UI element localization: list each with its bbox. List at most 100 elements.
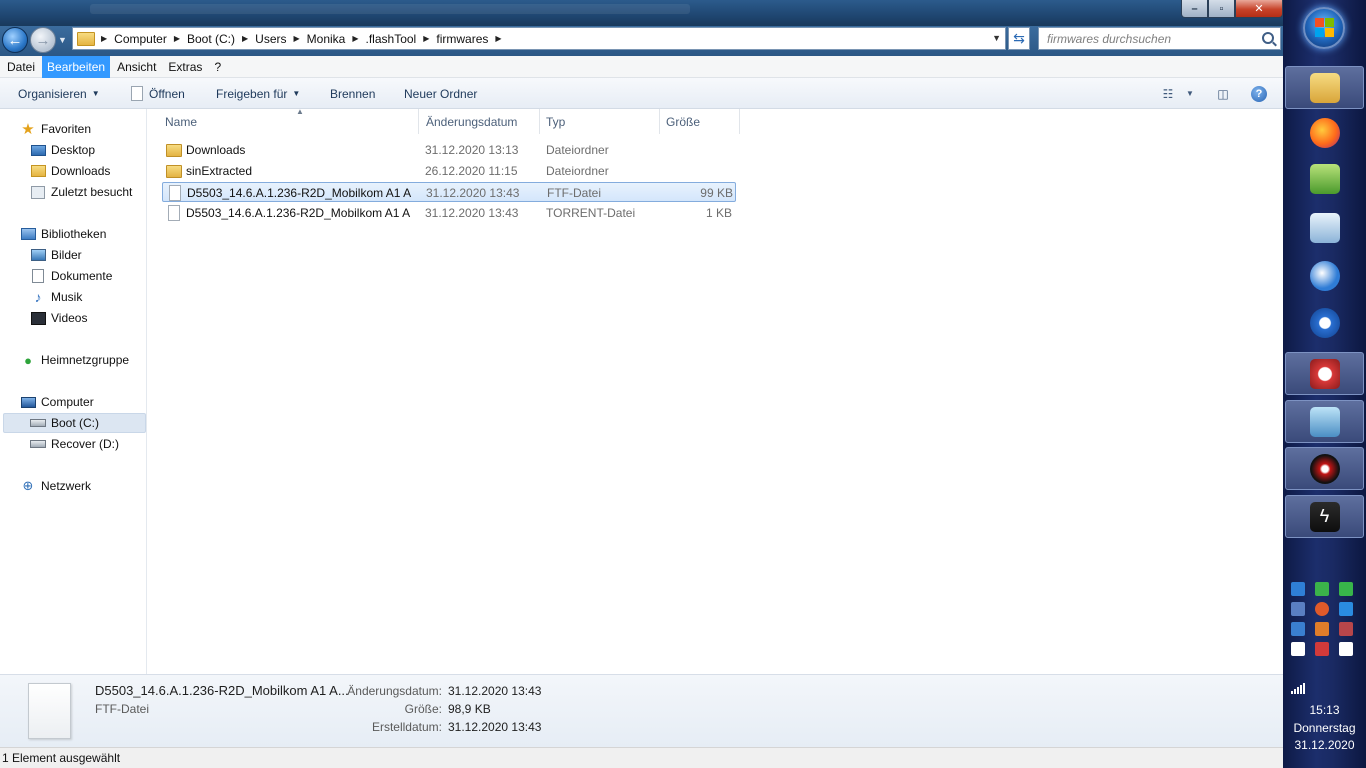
nav-desktop[interactable]: Desktop [30,140,95,160]
volume-icon[interactable] [1339,642,1353,656]
refresh-button[interactable]: ⇆ [1008,27,1030,50]
tray-h-icon[interactable] [1339,582,1353,596]
menu-extras[interactable]: Extras [163,56,207,78]
breadcrumb-boot[interactable]: Boot (C:) ▶ [182,32,250,46]
details-created-label: Erstelldatum: [371,720,442,734]
breadcrumb-flashtool[interactable]: .flashTool ▶ [361,32,432,46]
breadcrumb-monika[interactable]: Monika ▶ [302,32,361,46]
clock-date[interactable]: 31.12.2020 [1283,738,1366,752]
recent-pages-dropdown[interactable]: ▼ [58,35,67,45]
chevron-right-icon[interactable]: ▶ [99,34,109,43]
forward-button[interactable]: → [30,27,56,53]
details-modified-value[interactable]: 31.12.2020 13:43 [448,684,541,698]
view-options-icon[interactable]: ☷ [1158,84,1178,103]
tray-speaker-icon[interactable] [1315,622,1329,636]
organize-button[interactable]: Organisieren ▼ [18,78,100,109]
status-bar: 1 Element ausgewählt [0,747,1283,768]
nav-favorites[interactable]: ★ Favoriten [20,119,91,139]
back-button[interactable]: ← [2,27,28,53]
taskbar-sync-button[interactable] [1285,301,1364,344]
list-item-selected[interactable]: D5503_14.6.A.1.236-R2D_Mobilkom A1 A... … [162,182,736,202]
new-folder-button[interactable]: Neuer Ordner [404,78,477,109]
file-icon [168,205,180,221]
burn-button[interactable]: Brennen [330,78,375,109]
menu-datei[interactable]: Datei [2,56,40,78]
nav-network[interactable]: ⊕ Netzwerk [20,476,91,496]
taskbar-flashtool-button[interactable]: ϟ [1285,495,1364,538]
nav-homegroup[interactable]: ● Heimnetzgruppe [20,350,129,370]
taskbar-snipping-button[interactable] [1285,352,1364,395]
taskbar-calculator-button[interactable] [1285,206,1364,249]
computer-icon [20,396,36,408]
taskbar-explorer-button[interactable] [1285,66,1364,109]
column-header-size[interactable]: Größe [660,109,740,134]
breadcrumb-users[interactable]: Users ▶ [250,32,302,46]
taskbar-mail-button[interactable] [1285,254,1364,297]
maximize-button[interactable]: ▫ [1208,0,1235,18]
column-header-type[interactable]: Typ [540,109,660,134]
chevron-right-icon[interactable]: ▶ [292,34,302,43]
action-center-flag-icon[interactable] [1291,642,1305,656]
column-header-name[interactable]: Name ▲ [159,107,419,134]
clock-day[interactable]: Donnerstag [1283,721,1366,735]
chevron-right-icon[interactable]: ▶ [172,34,182,43]
list-item[interactable]: sinExtracted 26.12.2020 11:15 Dateiordne… [162,161,736,181]
preview-pane-icon[interactable]: ◫ [1213,84,1233,103]
nav-music[interactable]: ♪ Musik [30,287,83,307]
share-button[interactable]: Freigeben für ▼ [216,78,300,109]
signal-strength-icon[interactable] [1291,683,1305,694]
chevron-right-icon[interactable]: ▶ [350,34,360,43]
nav-boot-drive[interactable]: Boot (C:) [3,413,146,433]
nav-libraries[interactable]: Bibliotheken [20,224,106,244]
library-icon [20,228,36,240]
address-dropdown-icon[interactable]: ▼ [992,33,1001,43]
open-button[interactable]: Öffnen [131,78,185,109]
file-list: Name ▲ Änderungsdatum Typ Größe Downloads… [148,107,1283,674]
tray-alert-icon[interactable] [1315,642,1329,656]
minimize-button[interactable]: – [1181,0,1208,18]
nav-videos[interactable]: Videos [30,308,87,328]
details-file-name: D5503_14.6.A.1.236-R2D_Mobilkom A1 A... [95,683,349,698]
taskbar-calc-button[interactable] [1285,157,1364,200]
tray-firefox-icon[interactable] [1315,602,1329,616]
breadcrumb-firmwares[interactable]: firmwares ▶ [431,32,503,46]
tray-edge-icon[interactable] [1339,602,1353,616]
clock-time[interactable]: 15:13 [1283,703,1366,717]
search-icon[interactable] [1262,32,1274,44]
nav-recent[interactable]: Zuletzt besucht [30,182,132,202]
nav-computer[interactable]: Computer [20,392,94,412]
breadcrumb-computer[interactable]: Computer ▶ [109,32,182,46]
menu-ansicht[interactable]: Ansicht [112,56,161,78]
chevron-right-icon[interactable]: ▶ [493,34,503,43]
taskbar-notepad-button[interactable] [1285,400,1364,443]
tray-window-icon[interactable] [1291,622,1305,636]
lightning-icon: ϟ [1309,501,1340,532]
nav-documents[interactable]: Dokumente [30,266,112,286]
list-item[interactable]: D5503_14.6.A.1.236-R2D_Mobilkom A1 A... … [162,203,736,223]
tray-app-icon[interactable] [1291,582,1305,596]
chevron-right-icon[interactable]: ▶ [240,34,250,43]
nav-downloads[interactable]: Downloads [30,161,110,181]
list-item[interactable]: Downloads 31.12.2020 13:13 Dateiordner [162,140,736,160]
tray-network-error-icon[interactable] [1339,622,1353,636]
close-button[interactable]: ✕ [1235,0,1283,18]
documents-icon [32,269,44,283]
help-button[interactable]: ? [1249,84,1269,103]
taskbar-xf-button[interactable] [1285,447,1364,490]
menu-help[interactable]: ? [209,56,226,78]
nav-recover-drive[interactable]: Recover (D:) [30,434,119,454]
search-input[interactable]: firmwares durchsuchen [1038,27,1281,50]
chevron-right-icon[interactable]: ▶ [421,34,431,43]
menu-bearbeiten[interactable]: Bearbeiten [42,55,111,78]
chevron-down-icon[interactable]: ▼ [1180,84,1200,103]
start-button[interactable] [1303,7,1345,49]
tray-check-icon[interactable] [1315,582,1329,596]
title-bar[interactable]: – ▫ ✕ [0,0,1283,26]
tray-monitor-icon[interactable] [1291,602,1305,616]
sync-icon [1309,307,1340,338]
nav-pictures[interactable]: Bilder [30,245,82,265]
column-header-date[interactable]: Änderungsdatum [420,109,540,134]
address-bar[interactable]: ▶ Computer ▶ Boot (C:) ▶ Users ▶ Monika ▶ .f… [72,27,1006,50]
taskbar-firefox-button[interactable] [1285,111,1364,154]
details-created-value[interactable]: 31.12.2020 13:43 [448,720,541,734]
